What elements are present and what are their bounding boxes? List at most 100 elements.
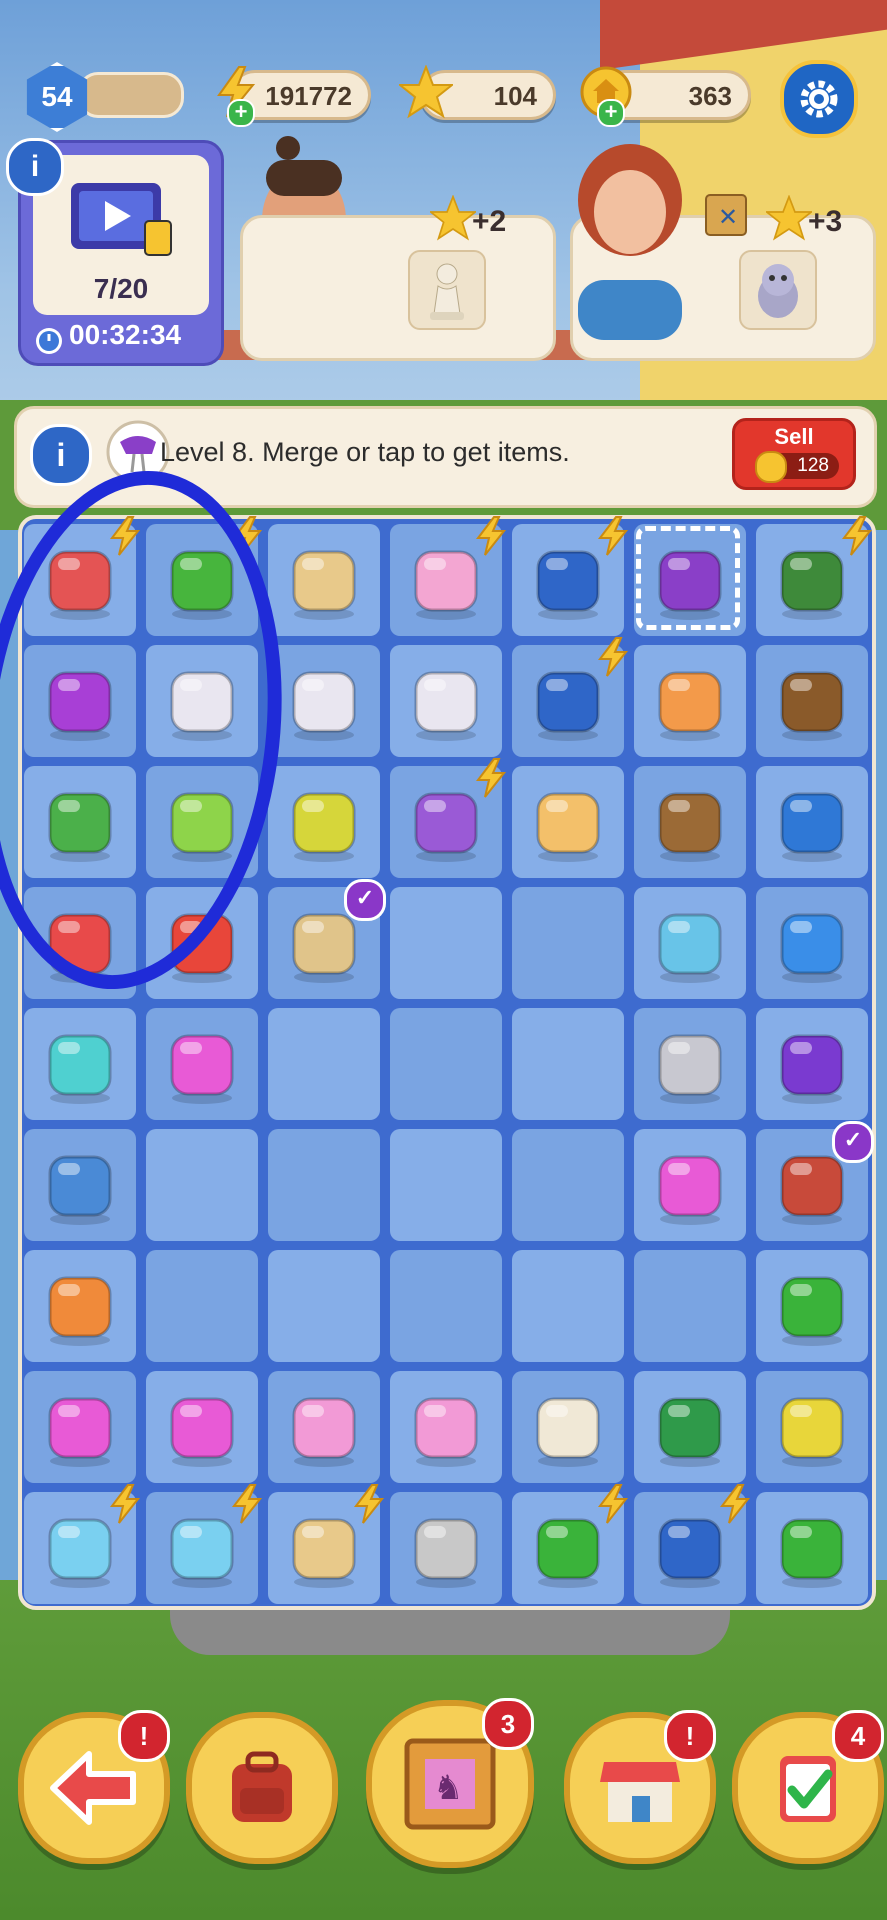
sapling-icon [642,774,738,870]
settings-button[interactable] [780,60,858,138]
board-cell[interactable] [268,645,380,757]
board-cell[interactable] [512,516,629,636]
board-cell[interactable] [634,524,746,636]
board-cell[interactable] [512,1008,624,1120]
board-cell[interactable] [634,1008,746,1120]
board-cell[interactable] [268,1129,380,1241]
clipboard-check-icon [780,1756,836,1822]
checkmark-icon: ✓ [344,879,386,921]
board-cell[interactable] [634,1129,746,1241]
board-cell[interactable] [756,1492,868,1604]
toy-rhino-icon [758,264,798,318]
tasks-button[interactable]: 4 [732,1710,884,1864]
board-cell[interactable] [634,1250,746,1362]
board-cell[interactable] [634,1371,746,1483]
board-cell[interactable] [634,887,746,999]
board-cell[interactable] [146,1371,258,1483]
board-cell[interactable] [146,1484,263,1604]
add-coins-icon[interactable]: + [597,99,625,127]
board-cell[interactable] [268,1250,380,1362]
sell-price: 128 [755,451,839,483]
board-cell[interactable] [756,1371,868,1483]
stars-counter[interactable]: 104 [399,65,556,120]
pliers-icon [32,1137,128,1233]
board-cell[interactable] [24,1371,136,1483]
order-reward: +2 [472,205,507,238]
video-info-button[interactable]: i [6,138,64,196]
inventory-button[interactable] [186,1712,338,1864]
lantern-icon [398,1500,494,1596]
board-cell[interactable] [146,1008,258,1120]
star-icon [430,195,476,241]
level-number: 54 [41,81,73,112]
board-cell[interactable] [512,766,624,878]
back-button[interactable]: ! [18,1710,170,1864]
board-cell[interactable] [512,1484,629,1604]
board-cell[interactable] [24,1008,136,1120]
board-cell[interactable] [634,645,746,757]
arrow-left-icon [50,1751,136,1825]
board-cell[interactable] [390,1250,502,1362]
bread-slice-icon [520,774,616,870]
purple-orb-icon [764,1016,860,1112]
board-cell[interactable]: ✓ [268,879,386,999]
board-cell[interactable] [390,516,507,636]
add-energy-icon[interactable]: + [227,99,255,127]
pink-tray-icon [276,1379,372,1475]
board-cell[interactable] [512,887,624,999]
board-cell[interactable] [268,1371,380,1483]
notification-badge: 4 [832,1710,884,1762]
board-cell[interactable] [268,1484,385,1604]
backpack-icon [232,1751,292,1822]
board-cell[interactable] [24,1484,141,1604]
customer-red-haired-woman [570,140,690,340]
bone-icon [32,1016,128,1112]
board-cell[interactable] [634,766,746,878]
board-cell[interactable] [390,887,502,999]
board-cell[interactable] [634,1484,751,1604]
board-cell[interactable] [756,645,868,757]
board-cell[interactable] [512,1129,624,1241]
coins-counter[interactable]: + 363 [580,66,751,127]
recycle-bin-icon [764,895,860,991]
shop-button[interactable]: ! [564,1710,716,1864]
board-cell[interactable] [390,1371,502,1483]
board-cell[interactable] [268,1008,380,1120]
board-cell[interactable] [756,1008,868,1120]
checkmark-icon: ✓ [832,1121,874,1163]
order-item-slot [739,250,817,330]
customer-order-card-1[interactable] [240,215,556,361]
board-cell[interactable] [390,758,507,878]
board-cell[interactable] [268,766,380,878]
lightning-icon [352,1484,386,1524]
green-bucket-icon [764,1500,860,1596]
blue-chest-icon [764,774,860,870]
item-box-button[interactable]: ♞ 3 [366,1698,534,1868]
board-cell[interactable] [390,645,502,757]
board-cell[interactable] [146,1250,258,1362]
dresser-icon [276,532,372,628]
board-cell[interactable]: ✓ [756,1121,874,1241]
board-cell[interactable] [756,766,868,878]
sell-label: Sell [774,424,814,449]
board-cell[interactable] [756,516,873,636]
selection-frame [636,526,740,630]
board-cell[interactable] [512,1250,624,1362]
energy-counter[interactable]: + 191772 [217,66,371,127]
video-timer: 00:32:34 [69,319,182,350]
board-cell[interactable] [756,887,868,999]
board-cell[interactable] [390,1129,502,1241]
board-cell[interactable] [268,524,380,636]
task-info-button[interactable]: i [30,424,92,486]
board-cell[interactable] [390,1008,502,1120]
board-cell[interactable] [146,1129,258,1241]
board-cell[interactable] [512,637,629,757]
board-cell[interactable] [512,1371,624,1483]
board-cell[interactable] [24,1129,136,1241]
sell-button[interactable]: Sell 128 [732,418,856,490]
board-cell[interactable] [24,1250,136,1362]
notification-badge: ! [118,1710,170,1762]
board-cell[interactable] [390,1492,502,1604]
board-cell[interactable] [756,1250,868,1362]
lightning-icon [474,758,508,798]
